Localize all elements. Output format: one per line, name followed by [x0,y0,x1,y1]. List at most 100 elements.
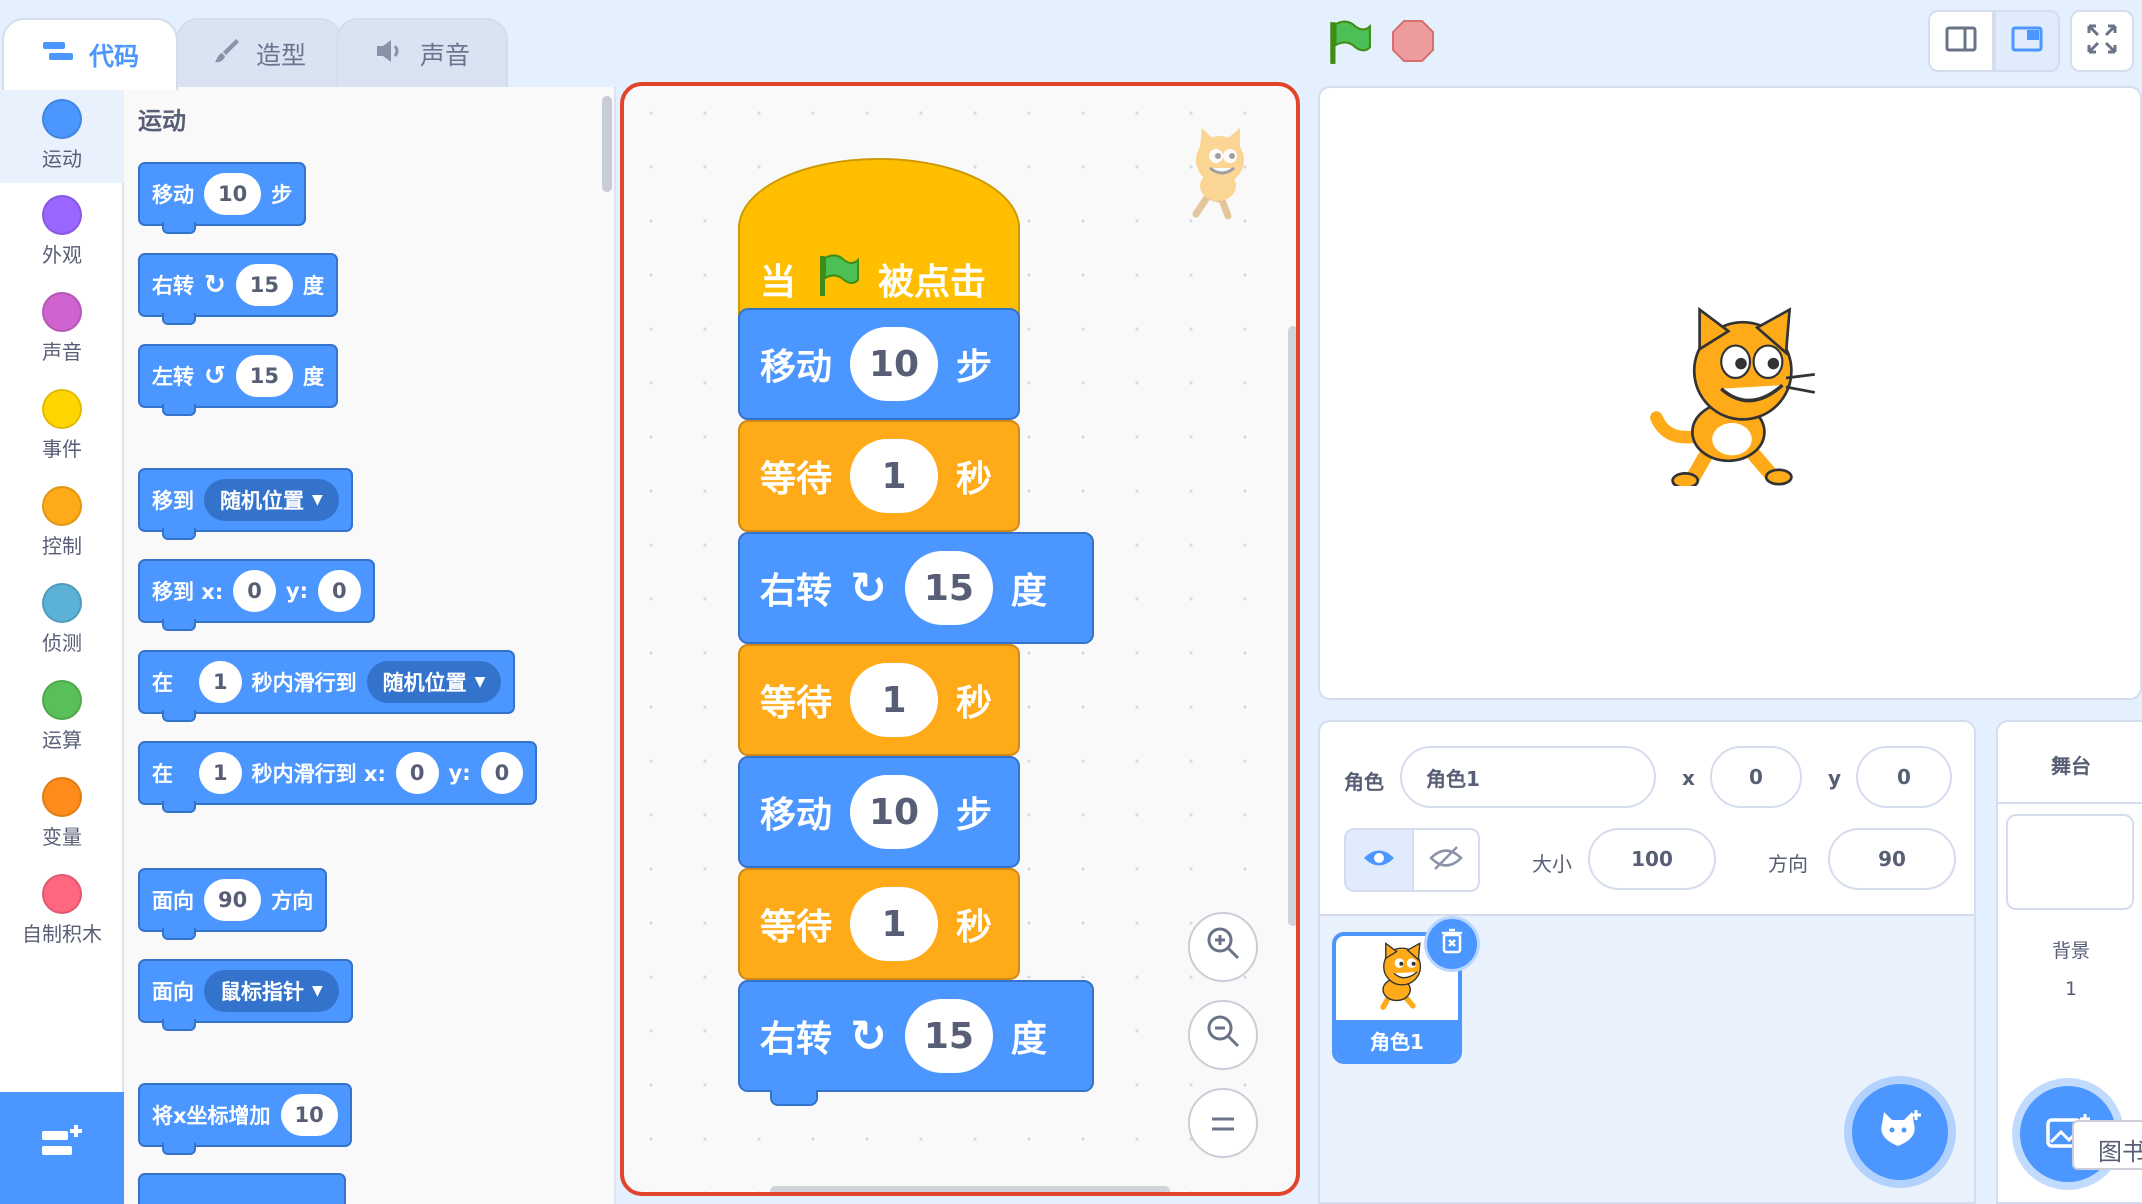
backdrop-count: 1 [2064,978,2078,1000]
fullscreen-icon [2086,23,2118,59]
add-extension-button[interactable] [0,1092,124,1204]
block-text: 秒 [956,683,993,724]
tab-costumes-label: 造型 [255,41,306,70]
block-input[interactable]: 1 [199,661,242,703]
script-workspace[interactable]: 当 被点击 移动 10 步 等待 1 秒 右转 ↻ 15 度 等待 1 秒 移动… [620,82,1300,1196]
fullscreen-button[interactable] [2070,10,2134,72]
category-operators[interactable]: 运算 [0,668,124,764]
script-block-wait[interactable]: 等待 1 秒 [738,644,1020,756]
x-label: x [1682,766,1695,790]
category-motion[interactable]: 运动 [0,87,124,183]
rotate-cw-icon: ↻ [850,562,887,614]
category-variables[interactable]: 变量 [0,765,124,861]
stage-panel-title: 舞台 [2051,754,2091,778]
script-block-wait[interactable]: 等待 1 秒 [738,420,1020,532]
green-flag-button[interactable] [1324,18,1376,68]
block-input[interactable]: 15 [904,999,993,1073]
palette-block-turn-right[interactable]: 右转 ↻ 15 度 [138,253,339,325]
block-input[interactable]: 15 [235,355,294,397]
block-dropdown[interactable]: 随机位置 ▼ [366,661,502,703]
palette-block-turn-left[interactable]: 左转 ↺ 15 度 [138,344,339,416]
green-flag-icon [814,252,860,307]
block-text: 步 [956,347,993,388]
block-input[interactable]: 10 [850,775,939,849]
caret-down-icon: ▼ [312,983,323,999]
dropdown-value: 随机位置 [220,489,304,513]
block-text: 当 [760,262,797,303]
category-sensing[interactable]: 侦测 [0,571,124,667]
palette-block-change-x[interactable]: 将x坐标增加 10 [138,1083,352,1155]
sprite-name-input[interactable]: 角色1 [1400,746,1656,808]
palette-block-glide[interactable]: 在 1 秒内滑行到 随机位置 ▼ [138,650,516,722]
palette-scrollbar[interactable] [602,96,612,192]
sprite-watermark-icon [1166,126,1266,230]
script-block-wait[interactable]: 等待 1 秒 [738,868,1020,980]
zoom-reset-button[interactable] [1188,1088,1258,1158]
show-sprite-button[interactable] [1344,828,1414,892]
block-text: 度 [1010,571,1047,612]
sprite-list: 角色1 [1318,916,1976,1204]
block-input[interactable]: 0 [395,752,439,794]
block-input[interactable]: 10 [850,327,939,401]
direction-input[interactable]: 90 [1828,828,1956,890]
zoom-in-button[interactable] [1188,912,1258,982]
category-label: 运动 [42,147,82,171]
palette-block-partial[interactable] [138,1173,346,1204]
block-input[interactable]: 10 [204,173,262,215]
hide-sprite-button[interactable] [1412,828,1480,892]
block-text: 秒内滑行到 [251,671,357,695]
y-input[interactable]: 0 [1856,746,1952,808]
block-input[interactable]: 1 [850,887,939,961]
category-control[interactable]: 控制 [0,474,124,570]
small-stage-button[interactable] [1928,10,1994,72]
palette-block-move[interactable]: 移动 10 步 [138,162,307,234]
eye-slash-icon [1429,845,1463,875]
block-input[interactable]: 10 [280,1094,338,1136]
add-sprite-button[interactable] [1852,1084,1948,1180]
block-input[interactable]: 0 [233,570,276,612]
normal-stage-button[interactable] [1994,10,2060,72]
y-label: y [1828,766,1842,790]
block-text: 移到 x: [152,580,224,604]
workspace-horizontal-scrollbar[interactable] [770,1186,1170,1192]
category-sound[interactable]: 声音 [0,280,124,376]
zoom-out-button[interactable] [1188,1000,1258,1070]
block-input[interactable]: 15 [904,551,993,625]
workspace-vertical-scrollbar[interactable] [1288,326,1296,926]
sprite-cat-icon[interactable] [1642,306,1822,490]
block-text: 步 [271,183,293,207]
block-input[interactable]: 15 [235,264,294,306]
tab-code[interactable]: 代码 [2,18,178,90]
size-input[interactable]: 100 [1588,828,1716,890]
block-input[interactable]: 1 [850,439,939,513]
delete-sprite-button[interactable] [1424,916,1480,972]
block-input[interactable]: 1 [199,752,242,794]
palette-block-goto-xy[interactable]: 移到 x: 0 y: 0 [138,559,375,631]
stop-button[interactable] [1390,18,1440,68]
category-looks[interactable]: 外观 [0,183,124,279]
sprite-thumbnail-label: 角色1 [1336,1020,1458,1060]
stage-canvas[interactable] [1318,86,2142,700]
category-dot-icon [42,195,82,235]
script-block-turn-right[interactable]: 右转 ↻ 15 度 [738,980,1094,1092]
x-input[interactable]: 0 [1710,746,1802,808]
script-block-move[interactable]: 移动 10 步 [738,756,1020,868]
category-events[interactable]: 事件 [0,377,124,473]
palette-block-glide-xy[interactable]: 在 1 秒内滑行到 x: 0 y: 0 [138,741,538,813]
tab-sounds[interactable]: 声音 [336,18,508,88]
block-input[interactable]: 90 [204,879,262,921]
block-input[interactable]: 0 [317,570,361,612]
script-block-turn-right[interactable]: 右转 ↻ 15 度 [738,532,1094,644]
tab-costumes[interactable]: 造型 [176,18,342,88]
palette-block-point-direction[interactable]: 面向 90 方向 [138,868,328,940]
block-input[interactable]: 1 [850,663,939,737]
block-dropdown[interactable]: 鼠标指针 ▼ [204,970,339,1012]
palette-block-goto[interactable]: 移到 随机位置 ▼ [138,468,353,540]
palette-block-point-towards[interactable]: 面向 鼠标指针 ▼ [138,959,353,1031]
script-block-move[interactable]: 移动 10 步 [738,308,1020,420]
backdrop-thumbnail[interactable] [2006,814,2134,910]
block-dropdown[interactable]: 随机位置 ▼ [204,479,339,521]
category-my-blocks[interactable]: 自制积木 [0,862,124,958]
block-input[interactable]: 0 [480,752,524,794]
block-text: 等待 [760,907,833,948]
